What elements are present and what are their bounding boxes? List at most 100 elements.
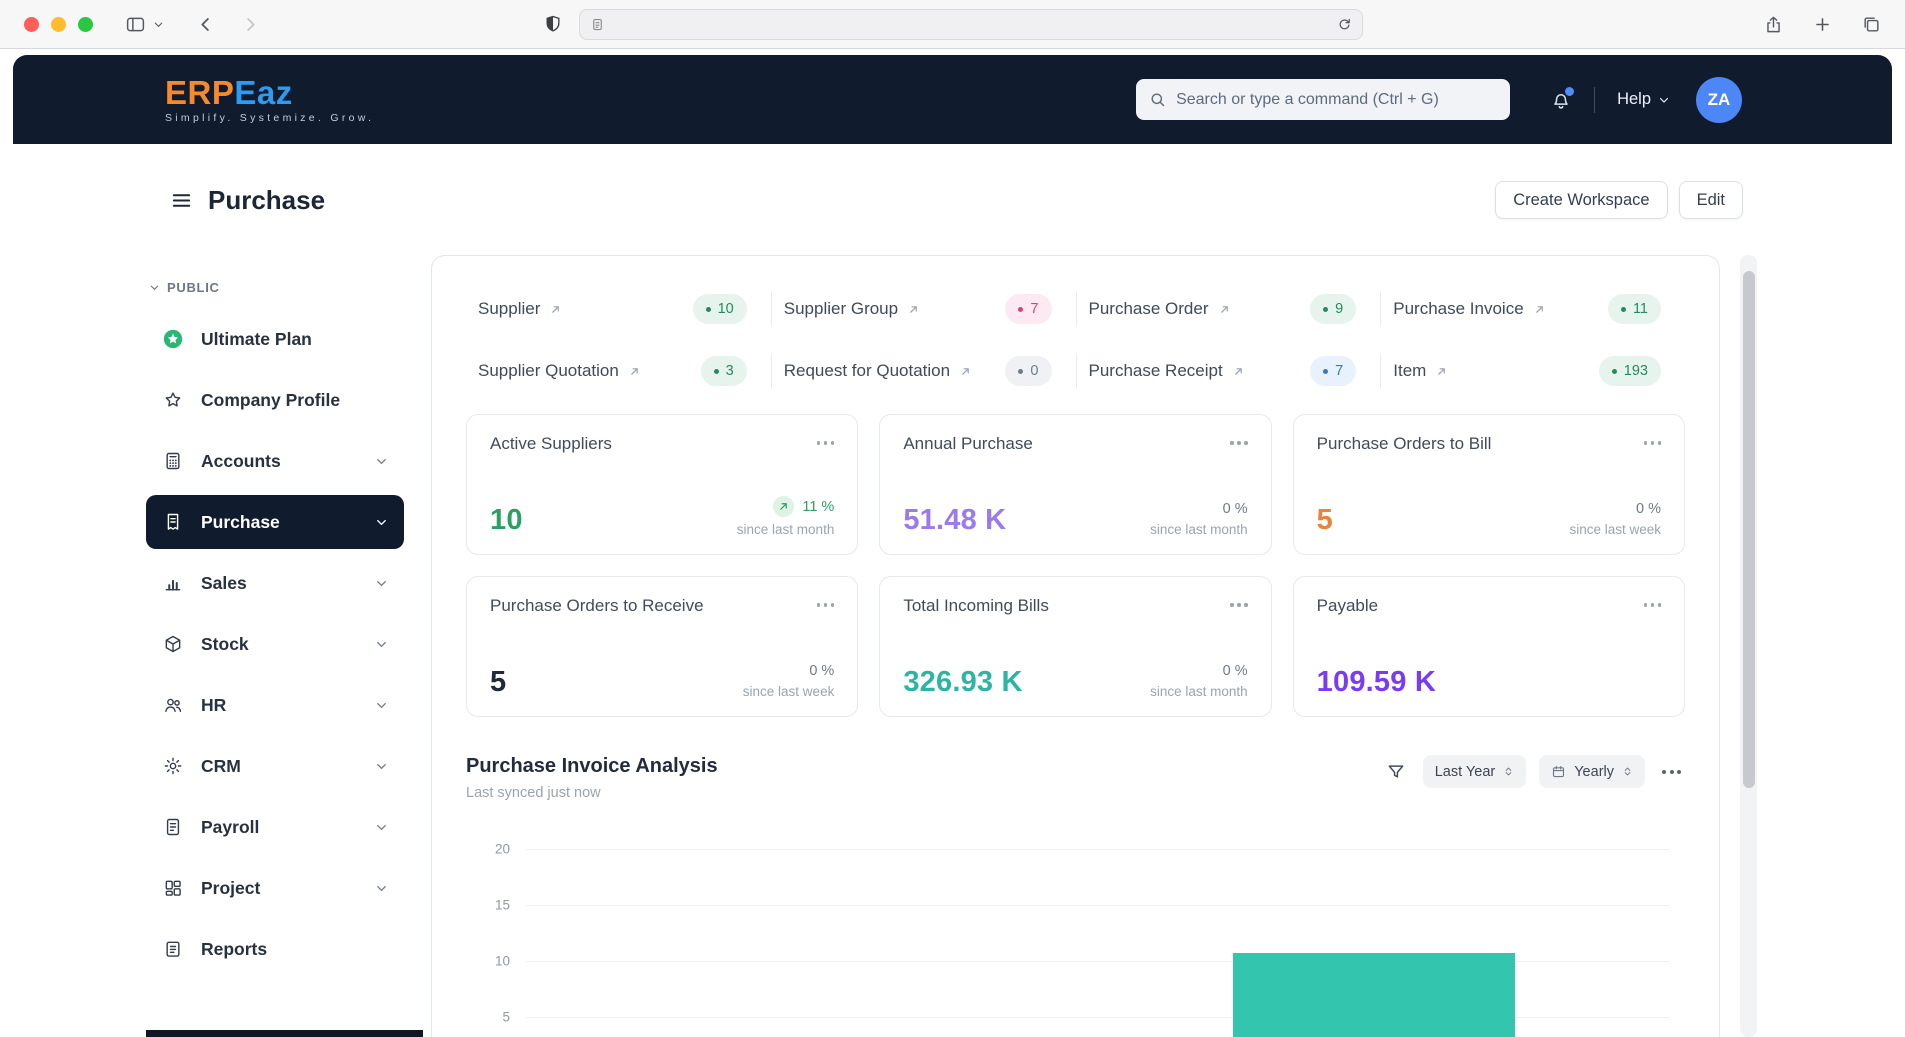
sidebar-item-reports[interactable]: Reports: [146, 922, 404, 976]
sidebar-item-label: Ultimate Plan: [201, 329, 312, 350]
stat-title: Active Suppliers: [490, 434, 612, 454]
sidebar-item-label: Reports: [201, 939, 267, 960]
share-icon[interactable]: [1764, 15, 1783, 34]
interval-select[interactable]: Yearly: [1539, 755, 1645, 788]
chevron-down-icon: [374, 759, 389, 774]
filter-button[interactable]: [1382, 758, 1410, 786]
shortcut-link[interactable]: Request for Quotation: [784, 361, 972, 381]
edit-button[interactable]: Edit: [1679, 181, 1743, 219]
app-navbar: ERPEaz Simplify. Systemize. Grow. Help Z…: [13, 55, 1892, 144]
range-select[interactable]: Last Year: [1423, 755, 1526, 788]
stat-value: 5: [1317, 504, 1333, 537]
new-tab-icon[interactable]: [1813, 15, 1832, 34]
stat-value: 10: [490, 504, 523, 537]
shortcut-link[interactable]: Supplier Quotation: [478, 361, 641, 381]
refresh-icon[interactable]: [1337, 17, 1352, 32]
address-input[interactable]: [613, 16, 1329, 32]
user-avatar[interactable]: ZA: [1696, 77, 1742, 123]
browser-chrome: [0, 0, 1905, 49]
card-menu-icon[interactable]: [817, 596, 835, 607]
sidebar-item-crm[interactable]: CRM: [146, 739, 404, 793]
card-menu-icon[interactable]: [1644, 596, 1662, 607]
card-menu-icon[interactable]: [817, 434, 835, 445]
plan-star-badge-icon: [161, 328, 185, 350]
shortcut-label: Purchase Invoice: [1393, 299, 1523, 319]
trend-up-icon: [773, 496, 794, 517]
privacy-shield-icon[interactable]: [543, 14, 563, 34]
shortcut-link[interactable]: Purchase Receipt: [1089, 361, 1245, 381]
stat-change: 0 %: [743, 663, 835, 679]
minimize-window-button[interactable]: [51, 17, 66, 32]
stat-value: 326.93 K: [903, 666, 1022, 699]
count-badge: 193: [1599, 356, 1661, 386]
chevron-down-icon[interactable]: [153, 19, 164, 30]
chevron-down-icon: [374, 515, 389, 530]
back-button[interactable]: [196, 15, 215, 34]
shortcut-link[interactable]: Purchase Invoice: [1393, 299, 1545, 319]
shortcut-link[interactable]: Item: [1393, 361, 1448, 381]
gear-icon: [161, 756, 185, 776]
chart-menu-button[interactable]: [1658, 768, 1685, 776]
shortcut-request-for-quotation: Request for Quotation 0: [771, 354, 1076, 388]
y-axis-label: 15: [466, 898, 510, 913]
create-workspace-button[interactable]: Create Workspace: [1495, 181, 1667, 219]
sidebar-item-ultimate-plan[interactable]: Ultimate Plan: [146, 312, 404, 366]
card-menu-icon[interactable]: [1230, 434, 1248, 445]
card-menu-icon[interactable]: [1230, 596, 1248, 607]
gridline: [526, 905, 1669, 906]
receipt-icon: [161, 512, 185, 532]
stat-change: 11 %: [737, 496, 835, 517]
gridline: [526, 849, 1669, 850]
help-menu[interactable]: Help: [1617, 90, 1670, 109]
shortcut-supplier-quotation: Supplier Quotation 3: [466, 354, 771, 388]
sidebar-item-hr[interactable]: HR: [146, 678, 404, 732]
global-search[interactable]: [1136, 79, 1510, 120]
star-icon: [161, 390, 185, 410]
interval-select-value: Yearly: [1574, 764, 1614, 780]
shortcut-label: Request for Quotation: [784, 361, 950, 381]
zoom-window-button[interactable]: [78, 17, 93, 32]
shortcut-item: Item 193: [1380, 354, 1685, 388]
sidebar-toggle-icon[interactable]: [125, 14, 146, 35]
notifications-bell-icon[interactable]: [1550, 89, 1572, 111]
app-logo[interactable]: ERPEaz Simplify. Systemize. Grow.: [165, 76, 374, 124]
sidebar-item-label: Sales: [201, 573, 247, 594]
sidebar-item-label: CRM: [201, 756, 241, 777]
sidebar-item-project[interactable]: Project: [146, 861, 404, 915]
logo-tagline: Simplify. Systemize. Grow.: [165, 112, 374, 124]
card-menu-icon[interactable]: [1644, 434, 1662, 445]
arrow-up-right-icon: [549, 303, 562, 316]
report-icon: [161, 939, 185, 959]
sidebar-item-purchase[interactable]: Purchase: [146, 495, 404, 549]
address-bar[interactable]: [579, 9, 1363, 40]
shortcut-label: Supplier: [478, 299, 540, 319]
stat-period: since last month: [737, 522, 835, 537]
workspace-menu-icon[interactable]: [170, 189, 193, 212]
shortcut-supplier-group: Supplier Group 7: [771, 292, 1076, 326]
shortcut-link[interactable]: Purchase Order: [1089, 299, 1231, 319]
sidebar-item-stock[interactable]: Stock: [146, 617, 404, 671]
arrow-up-right-icon: [1533, 303, 1546, 316]
calendar-icon: [1551, 764, 1566, 779]
tab-overview-icon[interactable]: [1862, 15, 1881, 34]
shortcut-label: Purchase Receipt: [1089, 361, 1223, 381]
scrollbar-thumb[interactable]: [1743, 271, 1755, 788]
sidebar-section-public[interactable]: PUBLIC: [146, 278, 404, 296]
kanban-icon: [161, 878, 185, 898]
stat-change: 0 %: [1569, 501, 1661, 517]
shortcut-link[interactable]: Supplier: [478, 299, 562, 319]
close-window-button[interactable]: [24, 17, 39, 32]
chevron-down-icon: [374, 637, 389, 652]
shortcut-label: Supplier Group: [784, 299, 898, 319]
sidebar-item-payroll[interactable]: Payroll: [146, 800, 404, 854]
search-input[interactable]: [1176, 91, 1497, 109]
sidebar-item-company-profile[interactable]: Company Profile: [146, 373, 404, 427]
shortcut-link[interactable]: Supplier Group: [784, 299, 920, 319]
nav-divider: [1594, 87, 1595, 113]
forward-button[interactable]: [241, 15, 260, 34]
sidebar-item-accounts[interactable]: Accounts: [146, 434, 404, 488]
content-scrollbar[interactable]: [1740, 255, 1757, 1037]
sidebar-item-sales[interactable]: Sales: [146, 556, 404, 610]
chart-sync-status: Last synced just now: [466, 785, 718, 801]
chevron-down-icon: [374, 576, 389, 591]
